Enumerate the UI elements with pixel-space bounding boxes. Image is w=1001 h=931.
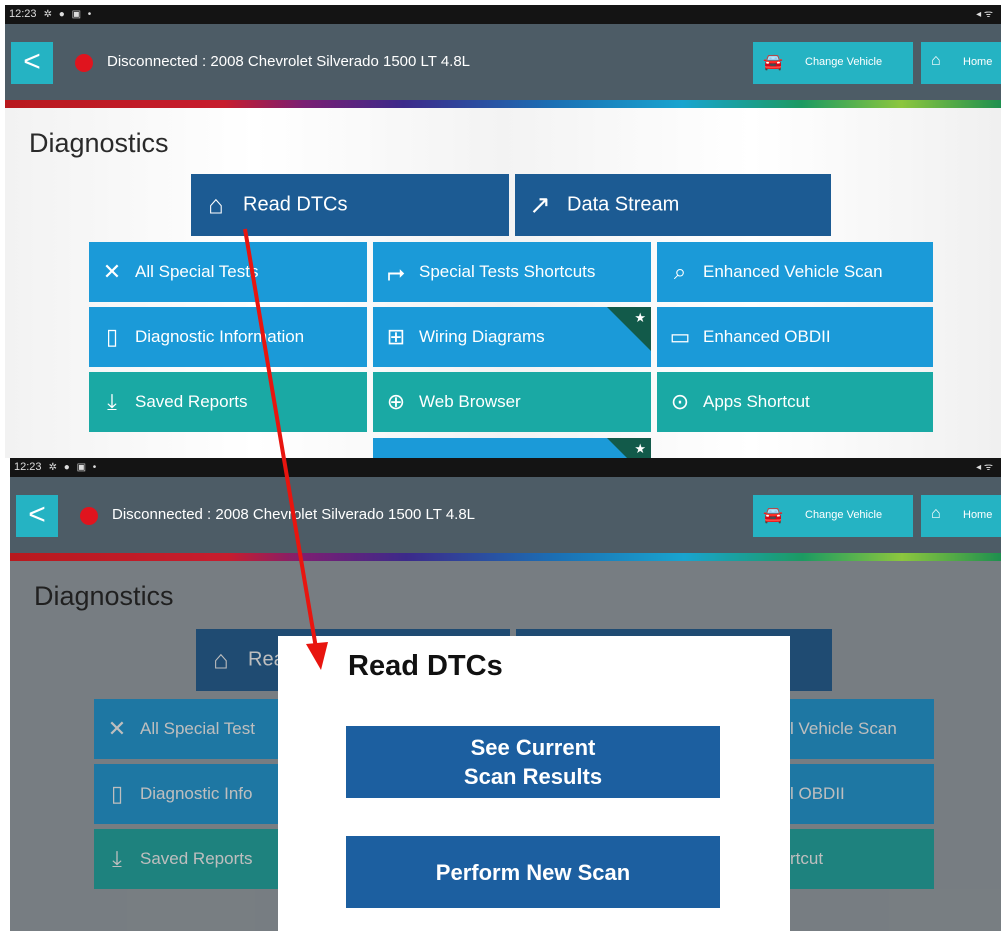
connection-status-text: Disconnected : 2008 Chevrolet Silverado … [107, 53, 471, 70]
perform-new-scan-button[interactable]: Perform New Scan [346, 836, 720, 908]
star-icon: ★ [634, 441, 646, 456]
button-label-line1: See Current [470, 735, 596, 760]
connection-status-text: Disconnected : 2008 Chevrolet Silverado … [112, 506, 476, 523]
tile-label: Saved Reports [135, 392, 248, 411]
home-icon: ⌂ [931, 505, 941, 522]
status-icons: ✲ ● ▣ • [48, 462, 99, 473]
status-right-icons: ◂ ᯤ [976, 462, 993, 473]
change-vehicle-label: Change Vehicle [805, 509, 883, 521]
status-icons: ✲ ● ▣ • [43, 9, 94, 20]
scan-icon: ⌕ [673, 259, 687, 284]
car-icon: 🚘 [763, 507, 783, 524]
back-arrow-icon: < [28, 498, 46, 531]
app-header: < Disconnected : 2008 Chevrolet Silverad… [5, 24, 1001, 100]
tile-read-dtcs[interactable]: ⌂ Read DTCs [191, 174, 509, 236]
change-vehicle-button[interactable]: 🚘 Change Vehicle [753, 495, 913, 537]
button-label: Perform New Scan [435, 859, 631, 885]
see-current-scan-results-button[interactable]: See Current Scan Results [346, 726, 720, 798]
brand-color-strip [10, 553, 1001, 561]
page-title: Diagnostics [29, 128, 169, 158]
tile-enhanced-vehicle-scan[interactable]: ⌕ Enhanced Vehicle Scan [657, 242, 933, 302]
tile-label: Enhanced OBDII [703, 327, 831, 346]
tile-apps-shortcut[interactable]: ⊙ Apps Shortcut [657, 372, 933, 432]
download-icon: ⤓ [107, 389, 117, 414]
tile-label: All Special Tests [135, 262, 259, 281]
diagnostics-panel: Diagnostics ⌂ Read DTCs ↗ Data Stream ✕ … [5, 108, 1001, 458]
button-label-line2: Scan Results [463, 764, 603, 789]
book-info-icon: ▯ [105, 324, 119, 349]
tile-saved-reports[interactable]: ⤓ Saved Reports [89, 372, 367, 432]
status-bar: 12:23 ✲ ● ▣ • ◂ ᯤ [10, 458, 1001, 477]
screenshot-diagnostics-menu: 12:23 ✲ ● ▣ • ◂ ᯤ < Disconnected : 2008 … [5, 5, 1001, 458]
tile-data-stream[interactable]: ↗ Data Stream [515, 174, 831, 236]
change-vehicle-label: Change Vehicle [805, 56, 883, 68]
tile-enhanced-obdii[interactable]: ▭ Enhanced OBDII [657, 307, 933, 367]
diagnostics-panel-dimmed: Diagnostics ⌂ Rea ✕ All Special Test l V… [10, 561, 1001, 931]
connection-status-indicator [80, 507, 98, 525]
globe-icon: ⊕ [386, 389, 406, 414]
home-label: Home [963, 509, 993, 521]
tile-label: Read DTCs [243, 193, 348, 216]
shortcut-arrow-icon: ⮣ [387, 259, 405, 284]
dialog-title: Read DTCs [348, 650, 503, 682]
home-button[interactable]: ⌂ Home [921, 495, 1001, 537]
status-time: 12:23 [9, 8, 37, 20]
tile-label: Apps Shortcut [703, 392, 810, 411]
brand-color-strip [5, 100, 1001, 108]
home-label: Home [963, 56, 993, 68]
star-icon: ★ [634, 310, 646, 325]
tile-wiring-diagrams[interactable]: ⊞ Wiring Diagrams ★ [373, 307, 651, 367]
home-icon: ⌂ [931, 52, 941, 69]
back-button[interactable]: < [16, 495, 58, 537]
tile-special-tests-shortcuts[interactable]: ⮣ Special Tests Shortcuts [373, 242, 651, 302]
tile-diagnostic-information[interactable]: ▯ Diagnostic Information [89, 307, 367, 367]
tile-label: Wiring Diagrams [419, 327, 545, 346]
tools-icon: ✕ [102, 259, 122, 284]
obd-connector-icon: ▭ [669, 324, 691, 349]
back-arrow-icon: < [23, 45, 41, 78]
tile-label: Web Browser [419, 392, 521, 411]
status-bar: 12:23 ✲ ● ▣ • ◂ ᯤ [5, 5, 1001, 24]
car-icon: 🚘 [763, 54, 783, 71]
status-right-icons: ◂ ᯤ [976, 9, 993, 20]
app-header: < Disconnected : 2008 Chevrolet Silverad… [10, 477, 1001, 553]
tile-all-special-tests[interactable]: ✕ All Special Tests [89, 242, 367, 302]
tile-web-browser[interactable]: ⊕ Web Browser [373, 372, 651, 432]
tile-label: Data Stream [567, 193, 680, 216]
read-dtcs-dialog: Read DTCs See Current Scan Results Perfo… [278, 636, 790, 931]
wiring-icon: ⊞ [386, 324, 406, 349]
status-time: 12:23 [14, 461, 42, 473]
apps-icon: ⊙ [670, 389, 690, 414]
tile-label: Enhanced Vehicle Scan [703, 262, 883, 281]
change-vehicle-button[interactable]: 🚘 Change Vehicle [753, 42, 913, 84]
screenshot-read-dtcs-dialog: 12:23 ✲ ● ▣ • ◂ ᯤ < Disconnected : 2008 … [10, 458, 1001, 931]
engine-icon: ⌂ [208, 189, 224, 220]
back-button[interactable]: < [11, 42, 53, 84]
home-button[interactable]: ⌂ Home [921, 42, 1001, 84]
chart-line-icon: ↗ [529, 189, 551, 220]
tile-label: Special Tests Shortcuts [419, 262, 596, 281]
connection-status-indicator [75, 54, 93, 72]
tile-label: Diagnostic Information [135, 327, 305, 346]
tile-partial-next-row[interactable]: ★ [373, 438, 651, 458]
